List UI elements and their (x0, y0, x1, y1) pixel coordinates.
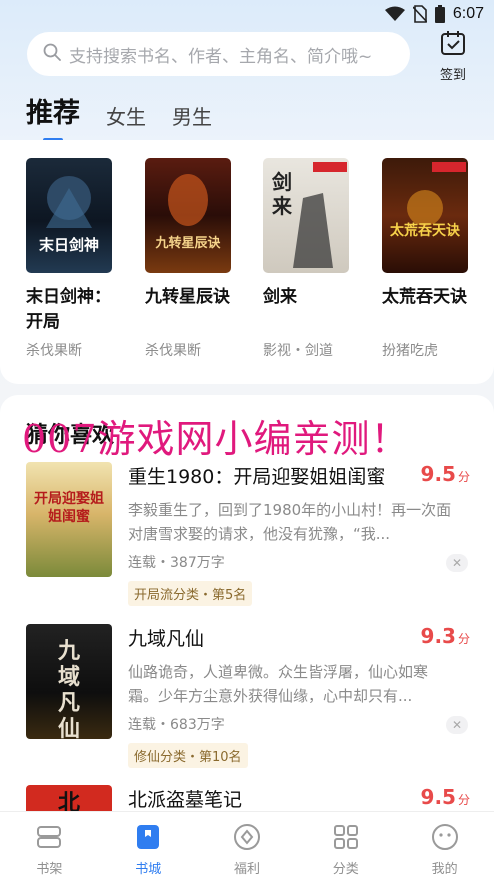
bottom-navigation: 书架 书城 福利 分类 我的 (0, 811, 494, 878)
book-cover: 九域凡仙 (26, 624, 112, 739)
tab-female[interactable]: 女生 (106, 101, 146, 136)
nav-label: 书架 (36, 862, 63, 877)
tab-label: 男生 (172, 105, 212, 129)
recommend-book[interactable]: 末日剑神 末日剑神：开局 (26, 158, 126, 335)
book-author: 杀伐果断 (26, 343, 82, 359)
book-description: 仙路诡奇，人道卑微。众生皆浮屠，仙心如寒霜。少年方尘意外获得仙缘，心中却只有..… (128, 663, 429, 705)
rank-tag: 开局流分类・第5名 (128, 581, 253, 606)
score-value: 9.5 (420, 462, 456, 486)
score-unit: 分 (457, 793, 470, 807)
welfare-icon (233, 823, 261, 855)
watermark-text: 007游戏网小编亲测！ (22, 417, 410, 461)
book-meta: 连载・387万字 (128, 555, 225, 571)
tab-male[interactable]: 男生 (172, 101, 212, 136)
checkin-label: 签到 (439, 68, 466, 83)
book-title: 九域凡仙 (128, 628, 205, 650)
tab-label: 女生 (106, 105, 146, 129)
close-icon[interactable]: ✕ (446, 554, 468, 572)
score-value: 9.5 (420, 785, 456, 809)
nav-label: 我的 (431, 862, 458, 877)
book-meta: 连载・683万字 (128, 717, 225, 733)
wifi-icon (384, 6, 405, 22)
cover-title: 九域凡仙 (57, 638, 80, 739)
cover-title: 末日剑神 (38, 236, 99, 254)
book-score: 9.5 分 (421, 462, 470, 486)
search-icon (43, 43, 61, 65)
book-description: 李毅重生了，回到了1980年的小山村！再一次面对唐雪求娶的请求，他没有犹豫，“我… (128, 501, 452, 543)
bookstore-icon (134, 823, 162, 855)
nav-label: 分类 (332, 862, 359, 877)
checkin-button[interactable]: 签到 (430, 30, 476, 83)
book-title: 九转星辰诀 (145, 287, 230, 307)
book-cover: 末日剑神 (26, 158, 112, 273)
nav-welfare[interactable]: 福利 (198, 812, 297, 878)
nav-profile[interactable]: 我的 (395, 812, 494, 878)
search-placeholder: 支持搜索书名、作者、主角名、简介哦~ (69, 46, 373, 67)
book-title: 末日剑神：开局 (26, 287, 111, 332)
recommend-book[interactable]: 剑来 剑来 (263, 158, 363, 310)
calendar-check-icon (440, 30, 466, 60)
cover-title: 剑来 (272, 170, 292, 218)
book-cover: 开局迎娶姐姐闺蜜 (26, 462, 112, 577)
score-value: 9.3 (420, 624, 456, 648)
status-bar: 6:07 (0, 0, 494, 28)
category-icon (332, 823, 360, 855)
status-time: 6:07 (452, 5, 484, 22)
cover-title: 开局迎娶姐姐闺蜜 (34, 491, 104, 525)
close-icon[interactable]: ✕ (446, 716, 468, 734)
profile-icon (431, 823, 459, 855)
nav-category[interactable]: 分类 (296, 812, 395, 878)
tab-label: 推荐 (26, 98, 80, 129)
score-unit: 分 (457, 470, 470, 484)
recommend-panel: 末日剑神 末日剑神：开局 杀伐果断 九转星辰诀 九转星辰诀 杀伐果断 剑来 剑来… (0, 140, 494, 384)
book-title: 北派盗墓笔记 (128, 789, 243, 811)
tab-recommend[interactable]: 推荐 (26, 91, 80, 142)
book-title: 重生1980：开局迎娶姐姐闺蜜 (128, 466, 386, 488)
recommend-book[interactable]: 太荒吞天诀 太荒吞天诀 (382, 158, 482, 310)
book-author: 扮猪吃虎 (382, 343, 438, 359)
book-score: 9.3 分 (421, 624, 470, 648)
book-cover: 九转星辰诀 (145, 158, 231, 273)
book-title: 剑来 (263, 287, 297, 307)
book-author: 影视・剑道 (263, 343, 333, 359)
book-cover: 太荒吞天诀 (382, 158, 468, 273)
no-sim-icon (412, 5, 427, 23)
cover-title: 太荒吞天诀 (390, 223, 460, 239)
score-unit: 分 (457, 632, 470, 646)
channel-tabs: 推荐 女生 男生 (26, 91, 238, 142)
book-author: 杀伐果断 (145, 343, 201, 359)
book-item[interactable]: 九域凡仙 九域凡仙 9.3 分 仙路诡奇，人道卑微。众生皆浮屠，仙心如寒霜。少年方… (26, 624, 476, 769)
recommend-book[interactable]: 九转星辰诀 九转星辰诀 (145, 158, 245, 310)
rank-tag: 修仙分类・第10名 (128, 743, 248, 768)
book-score: 9.5 分 (421, 785, 470, 809)
bookshelf-icon (35, 823, 63, 855)
battery-icon (434, 5, 445, 23)
search-input[interactable]: 支持搜索书名、作者、主角名、简介哦~ (27, 32, 410, 76)
nav-bookshelf[interactable]: 书架 (0, 812, 99, 878)
nav-label: 书城 (135, 862, 162, 877)
cover-title: 九转星辰诀 (155, 236, 221, 251)
book-cover: 剑来 (263, 158, 349, 273)
book-item[interactable]: 开局迎娶姐姐闺蜜 重生1980：开局迎娶姐姐闺蜜 9.5 分 李毅重生了，回到了1… (26, 462, 476, 607)
book-title: 太荒吞天诀 (382, 287, 467, 307)
nav-label: 福利 (233, 862, 260, 877)
nav-bookstore[interactable]: 书城 (99, 812, 198, 878)
